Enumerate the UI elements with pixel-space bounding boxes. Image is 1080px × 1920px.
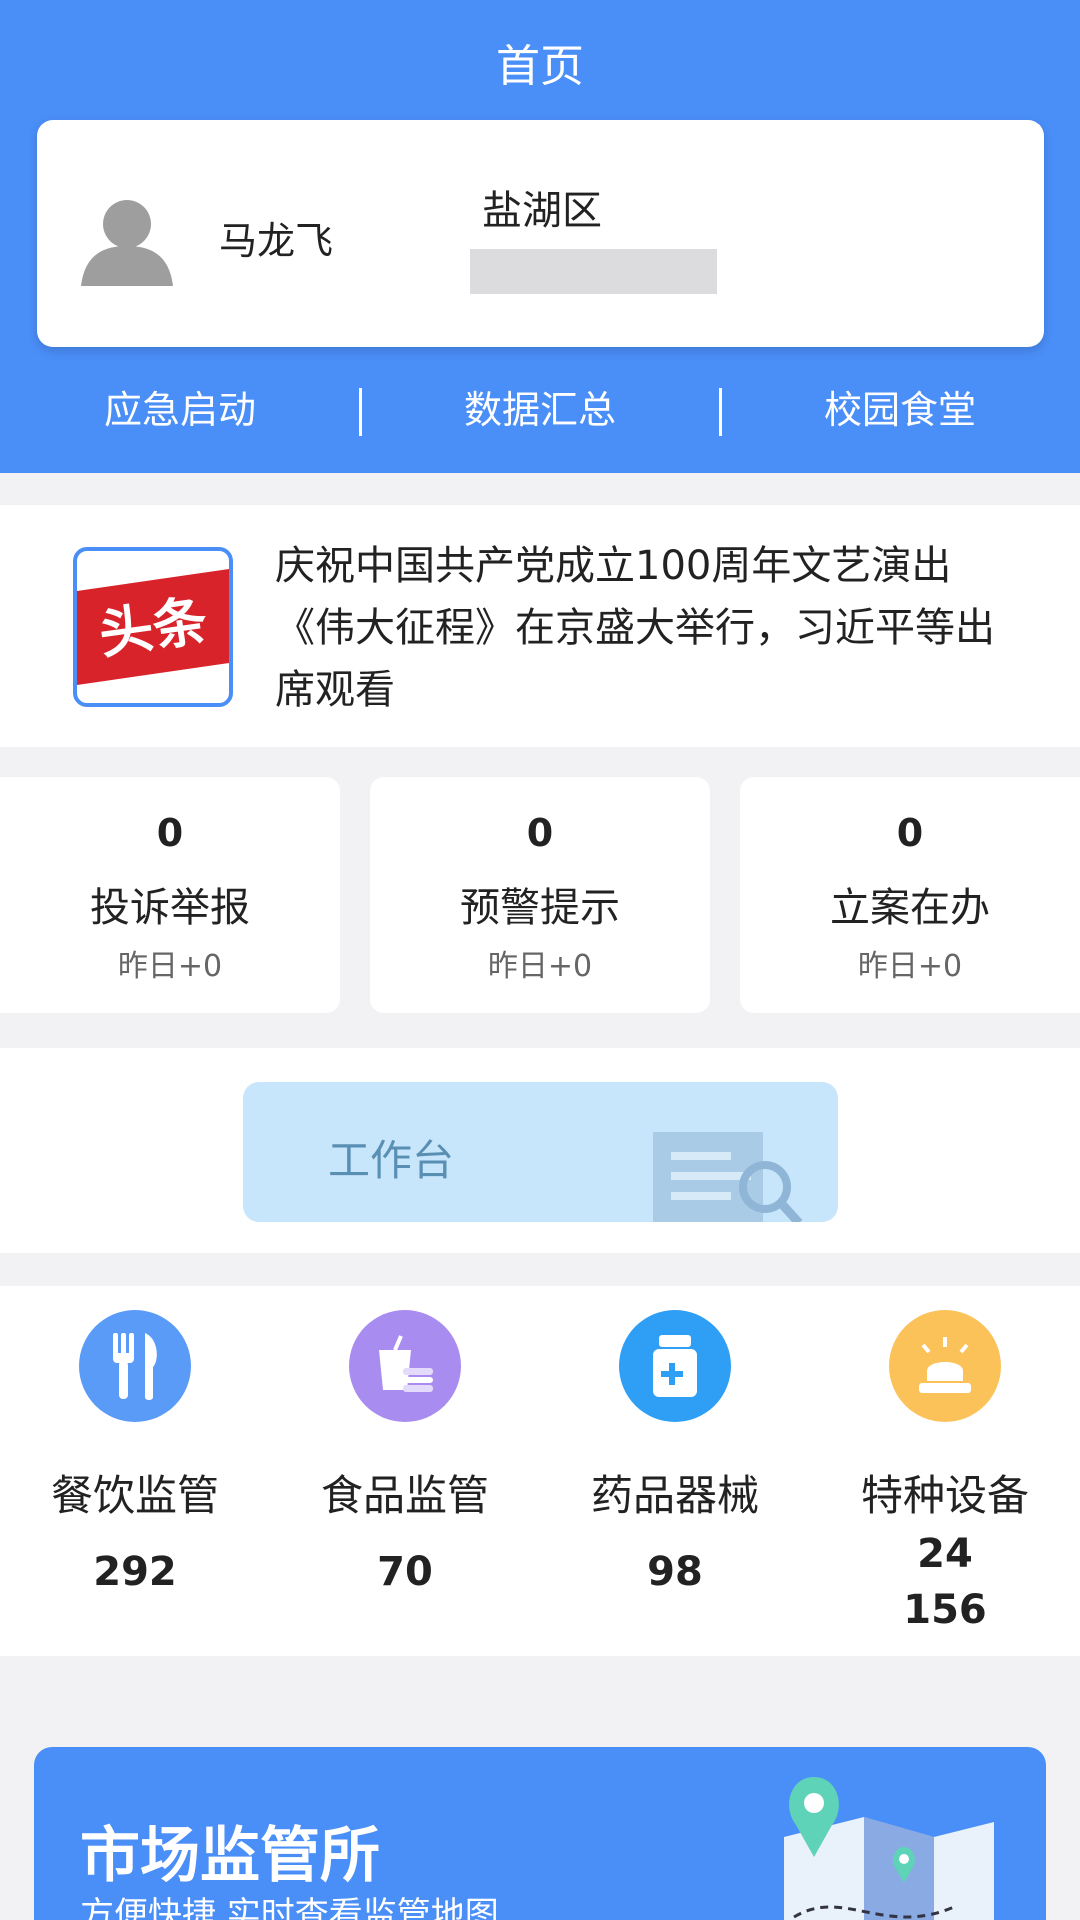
- category-name: 特种设备: [860, 1471, 1029, 1520]
- redacted-field: [470, 249, 717, 294]
- category-name: 食品监管: [320, 1471, 489, 1520]
- quick-nav-data-summary[interactable]: 数据汇总: [360, 380, 720, 440]
- workbench-button[interactable]: 工作台: [243, 1082, 838, 1222]
- stat-card-warnings[interactable]: 0 预警提示 昨日+0: [370, 777, 710, 1013]
- alarm-light-icon: [889, 1310, 1001, 1422]
- stat-value: 0: [896, 811, 924, 855]
- document-search-icon: [653, 1132, 803, 1222]
- stat-label: 预警提示: [460, 885, 620, 931]
- news-headline[interactable]: 庆祝中国共产党成立100周年文艺演出《伟大征程》在京盛大举行，习近平等出席观看: [275, 535, 1015, 721]
- divider: [359, 388, 362, 436]
- category-grid: 餐饮监管 292 食品监管 70 药品器械 98 特种设备 24 156: [0, 1286, 1080, 1656]
- banner-subtitle: 方便快捷 实时查看监管地图: [80, 1895, 499, 1920]
- workbench-label: 工作台: [328, 1136, 455, 1185]
- utensils-icon: [79, 1310, 191, 1422]
- medicine-bottle-icon: [619, 1310, 731, 1422]
- category-special-equipment[interactable]: 特种设备 24 156: [810, 1310, 1080, 1639]
- header: 首页 马龙飞 盐湖区 应急启动 数据汇总 校园食堂: [0, 0, 1080, 473]
- news-banner[interactable]: 头条 庆祝中国共产党成立100周年文艺演出《伟大征程》在京盛大举行，习近平等出席…: [0, 505, 1080, 747]
- quick-nav: 应急启动 数据汇总 校园食堂: [0, 380, 1080, 440]
- stat-sub: 昨日+0: [857, 949, 963, 984]
- map-pin-icon: [784, 1777, 994, 1920]
- category-count: 24: [917, 1531, 973, 1577]
- divider: [719, 388, 722, 436]
- district-name: 盐湖区: [482, 188, 602, 234]
- category-count-secondary: 156: [903, 1587, 987, 1633]
- stat-sub: 昨日+0: [487, 949, 593, 984]
- category-name: 药品器械: [590, 1471, 759, 1520]
- quick-nav-emergency[interactable]: 应急启动: [0, 380, 360, 440]
- home-page: 首页 马龙飞 盐湖区 应急启动 数据汇总 校园食堂 头条 庆祝中国共产党成立10: [0, 0, 1080, 1920]
- stat-value: 0: [156, 811, 184, 855]
- page-title: 首页: [496, 41, 584, 92]
- stat-label: 立案在办: [830, 885, 990, 931]
- category-food[interactable]: 食品监管 70: [270, 1310, 540, 1597]
- banner-title: 市场监管所: [80, 1821, 380, 1891]
- avatar-icon: [81, 200, 173, 286]
- category-medicine[interactable]: 药品器械 98: [540, 1310, 810, 1597]
- category-catering[interactable]: 餐饮监管 292: [0, 1310, 270, 1597]
- market-supervision-banner[interactable]: 市场监管所 方便快捷 实时查看监管地图: [34, 1747, 1046, 1920]
- workbench-section: 工作台: [0, 1048, 1080, 1253]
- stat-value: 0: [526, 811, 554, 855]
- stat-sub: 昨日+0: [117, 949, 223, 984]
- user-name: 马龙飞: [219, 219, 334, 263]
- drink-burger-icon: [349, 1310, 461, 1422]
- category-count: 292: [93, 1549, 177, 1595]
- category-name: 餐饮监管: [50, 1471, 219, 1520]
- stat-card-cases[interactable]: 0 立案在办 昨日+0: [740, 777, 1080, 1013]
- category-count: 98: [647, 1549, 703, 1595]
- headline-badge-icon: 头条: [77, 569, 229, 685]
- quick-nav-campus-canteen[interactable]: 校园食堂: [720, 380, 1080, 440]
- headline-logo: 头条: [73, 547, 233, 707]
- stats-row: 0 投诉举报 昨日+0 0 预警提示 昨日+0 0 立案在办 昨日+0: [0, 777, 1080, 1015]
- stat-label: 投诉举报: [90, 885, 250, 931]
- stat-card-complaints[interactable]: 0 投诉举报 昨日+0: [0, 777, 340, 1013]
- category-count: 70: [377, 1549, 433, 1595]
- profile-card[interactable]: 马龙飞 盐湖区: [37, 120, 1044, 347]
